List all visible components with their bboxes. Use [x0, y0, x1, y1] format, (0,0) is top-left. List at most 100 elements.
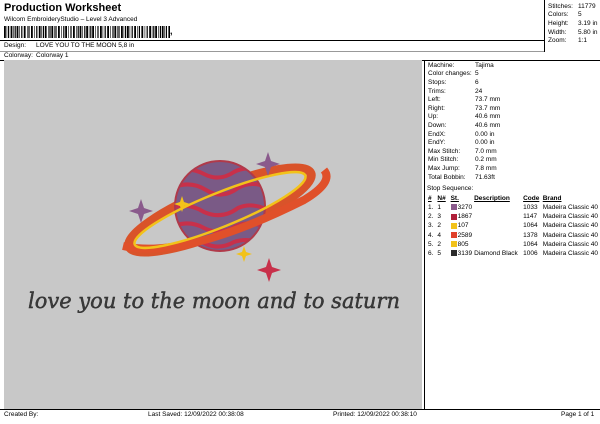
- info-label: Min Stitch:: [428, 156, 459, 164]
- info-label: Down:: [428, 121, 447, 129]
- stop-row: 5. 2 805 1064 Madeira Classic 40: [428, 240, 600, 249]
- thread-brand: Madeira Classic 40: [542, 213, 598, 221]
- design-label: Design:: [4, 42, 27, 49]
- needle-number: 2: [437, 222, 442, 230]
- stop-index: 6.: [428, 250, 434, 258]
- machine-info-row: Machine: Tajima: [428, 61, 500, 70]
- stop-sequence-title: Stop Sequence:: [427, 185, 474, 192]
- summary-value: 5: [578, 11, 582, 19]
- stitch-value: 2589: [457, 231, 473, 239]
- design-preview: love you to the moon and to saturn: [4, 60, 422, 409]
- software-subtitle: Wilcom EmbroideryStudio – Level 3 Advanc…: [4, 16, 138, 23]
- info-value: 5: [475, 70, 479, 78]
- machine-info: Machine: Tajima Color changes: 5 Stops: 6 Trim…: [428, 61, 500, 181]
- stop-row: 1. 1 3270 1033 Madeira Classic 40: [428, 203, 600, 212]
- stop-sequence-table: # N# St. Description Code Brand 1. 1 3270 1…: [428, 194, 600, 258]
- summary-row: Zoom: 1:1: [548, 36, 598, 45]
- stitch-count: 805: [450, 240, 474, 249]
- info-label: Trims:: [428, 87, 446, 95]
- info-value: 0.00 in: [475, 139, 495, 147]
- page-number: Page 1 of 1: [561, 411, 595, 418]
- divider: [0, 51, 544, 52]
- summary-value: 11779: [578, 2, 596, 10]
- color-swatch: [450, 241, 457, 248]
- stitch-value: 3270: [457, 204, 473, 212]
- col-header: Description: [474, 195, 510, 202]
- summary-label: Zoom:: [548, 37, 567, 45]
- star-icon: [257, 258, 281, 282]
- needle-number: 2: [437, 240, 442, 248]
- created-by: Created By:: [4, 411, 39, 418]
- stitch-count: 2589: [450, 231, 474, 240]
- summary-value: 1:1: [578, 37, 588, 45]
- machine-info-row: Stops: 6: [428, 78, 500, 87]
- divider: [424, 60, 425, 409]
- col-header: Code: [523, 195, 540, 202]
- machine-info-row: Color changes: 5: [428, 70, 500, 79]
- summary-value: 3.19 in: [578, 19, 598, 27]
- summary-row: Height: 3.19 in: [548, 19, 598, 28]
- summary-label: Stitches:: [548, 2, 573, 10]
- info-label: Color changes:: [428, 70, 472, 78]
- barcode: [4, 26, 170, 38]
- stop-row: 4. 4 2589 1378 Madeira Classic 40: [428, 231, 600, 240]
- summary-row: Stitches: 11779: [548, 2, 598, 11]
- thread-brand: Madeira Classic 40: [542, 231, 598, 239]
- col-header: N#: [437, 195, 446, 202]
- machine-info-row: Total Bobbin: 71.63ft: [428, 173, 500, 182]
- info-label: Left:: [428, 96, 441, 104]
- info-value: 71.63ft: [475, 173, 495, 181]
- color-swatch: [450, 204, 457, 211]
- summary-label: Width:: [548, 28, 567, 36]
- stop-row: 6. 5 3139 Diamond Black 1006 Madeira Classic …: [428, 249, 600, 258]
- stop-index: 5.: [428, 240, 434, 248]
- page-title: Production Worksheet: [4, 2, 122, 14]
- info-label: Stops:: [428, 78, 447, 86]
- color-swatch: [450, 231, 457, 238]
- machine-info-row: Max Stitch: 7.0 mm: [428, 147, 500, 156]
- thread-brand: Madeira Classic 40: [542, 204, 598, 212]
- stitch-value: 107: [457, 222, 469, 230]
- info-value: 24: [475, 87, 483, 95]
- machine-info-row: Min Stitch: 0.2 mm: [428, 156, 500, 165]
- thread-code: 1033: [523, 204, 538, 212]
- machine-info-row: EndX: 0.00 in: [428, 130, 500, 139]
- info-label: Total Bobbin:: [428, 173, 466, 181]
- color-description: [474, 240, 523, 249]
- thread-code: 1006: [523, 250, 538, 258]
- thread-code: 1064: [523, 240, 538, 248]
- info-label: EndX:: [428, 130, 446, 138]
- stitch-value: 3139: [457, 250, 473, 258]
- col-header: Brand: [542, 195, 562, 202]
- needle-number: 3: [437, 213, 442, 221]
- info-value: 7.8 mm: [475, 164, 497, 172]
- stitch-count: 107: [450, 221, 474, 230]
- summary-table: Stitches: 11779 Colors: 5 Height: 3.19 in Widt…: [548, 2, 598, 45]
- machine-info-row: Up: 40.6 mm: [428, 113, 500, 122]
- divider: [0, 40, 544, 41]
- embroidery-artwork: love you to the moon and to saturn: [28, 152, 400, 313]
- info-value: 73.7 mm: [475, 96, 501, 104]
- stop-index: 2.: [428, 213, 434, 221]
- info-label: Max Stitch:: [428, 147, 461, 155]
- thread-brand: Madeira Classic 40: [542, 250, 598, 258]
- color-swatch: [450, 213, 457, 220]
- stitch-value: 805: [457, 240, 469, 248]
- stitch-count: 3139: [450, 249, 474, 258]
- stop-index: 3.: [428, 222, 434, 230]
- design-value: LOVE YOU TO THE MOON 5,8 in: [36, 42, 135, 49]
- summary-value: 5.80 in: [578, 28, 598, 36]
- info-value: 0.00 in: [475, 130, 495, 138]
- summary-divider: [544, 0, 545, 52]
- info-value: 40.6 mm: [475, 121, 501, 129]
- color-description: Diamond Black: [474, 250, 518, 258]
- star-icon: [236, 246, 252, 262]
- divider: [0, 409, 600, 410]
- needle-number: 4: [437, 231, 442, 239]
- thread-brand: Madeira Classic 40: [542, 222, 598, 230]
- stop-index: 4.: [428, 231, 434, 239]
- thread-code: 1147: [523, 213, 538, 221]
- thread-code: 1378: [523, 231, 538, 239]
- machine-info-row: Trims: 24: [428, 87, 500, 96]
- summary-label: Height:: [548, 19, 569, 27]
